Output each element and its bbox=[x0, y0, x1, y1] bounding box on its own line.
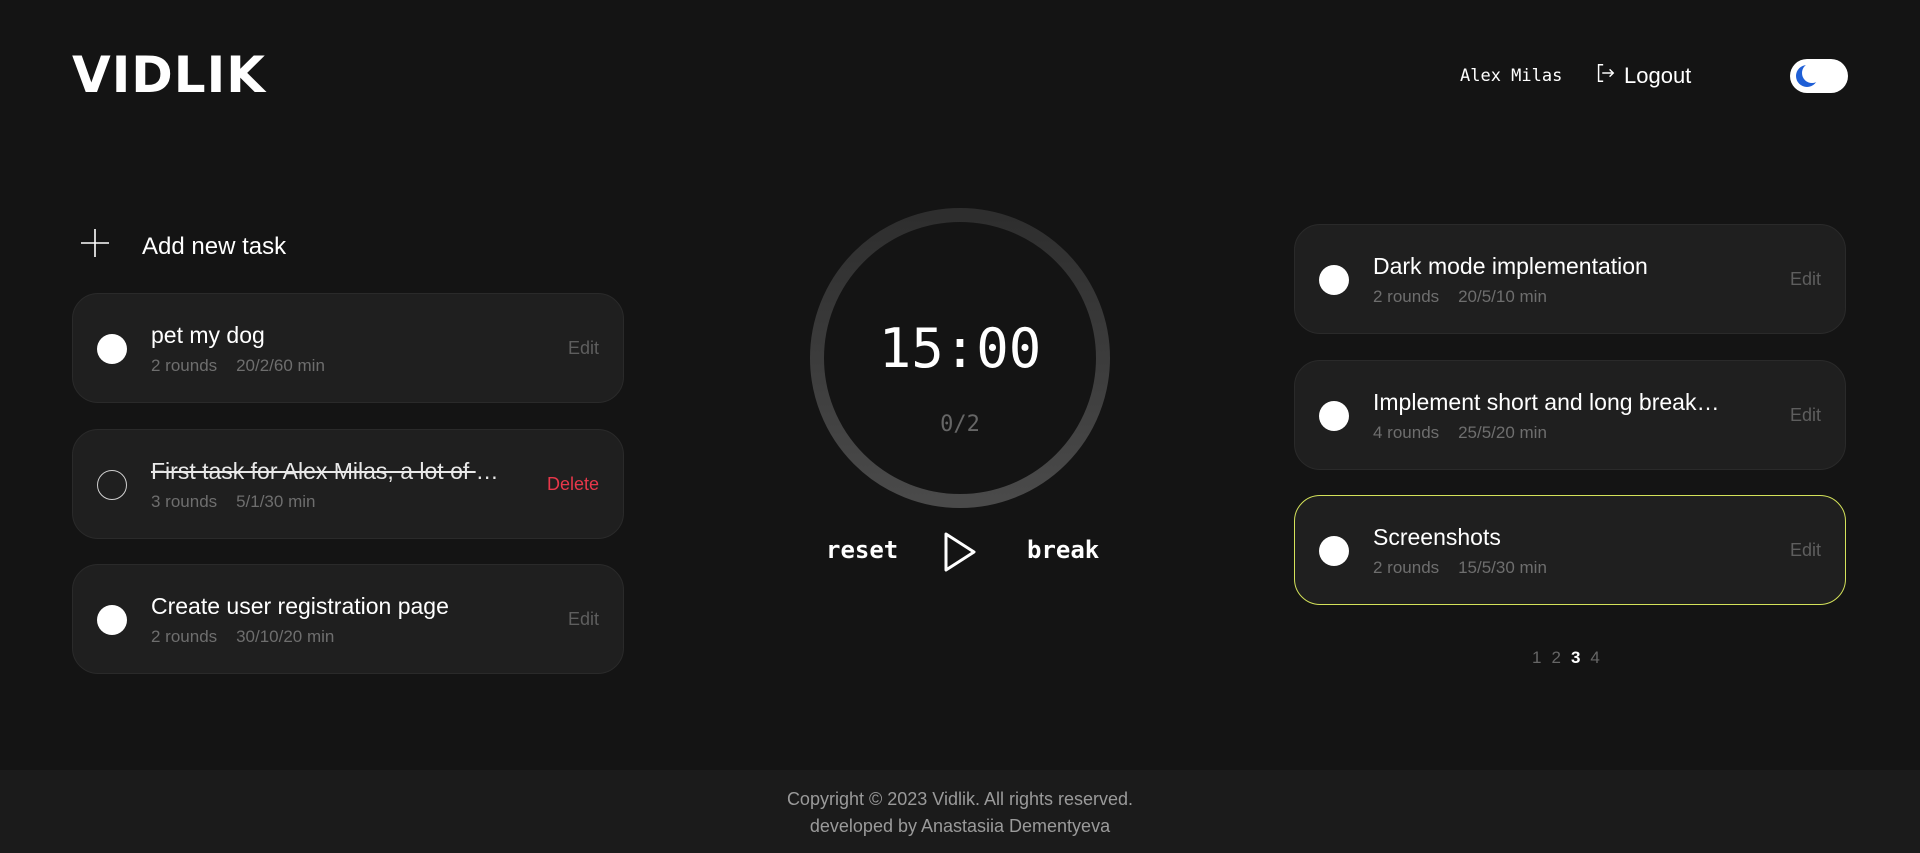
copyright-text: Copyright © 2023 Vidlik. All rights rese… bbox=[786, 789, 1134, 809]
task-rounds: 2 rounds bbox=[151, 627, 218, 646]
task-meta: 2 rounds 20/5/10 min bbox=[1373, 287, 1547, 307]
delete-button[interactable]: Delete bbox=[547, 474, 599, 495]
task-title: pet my dog bbox=[151, 322, 265, 348]
logout-button[interactable]: Logout bbox=[1594, 62, 1691, 90]
task-complete-radio[interactable] bbox=[1319, 536, 1349, 566]
task-title: First task for Alex Milas, a lot of text… bbox=[151, 458, 501, 484]
task-meta: 2 rounds 30/10/20 min bbox=[151, 627, 334, 647]
logout-label: Logout bbox=[1624, 63, 1692, 88]
edit-button[interactable]: Edit bbox=[1790, 540, 1821, 561]
task-times: 25/5/20 min bbox=[1458, 423, 1547, 442]
task-times: 15/5/30 min bbox=[1458, 558, 1547, 577]
edit-button[interactable]: Edit bbox=[1790, 269, 1821, 290]
moon-icon bbox=[1790, 63, 1824, 97]
page-link-1[interactable]: 1 bbox=[1532, 648, 1541, 668]
task-times: 20/2/60 min bbox=[236, 356, 325, 375]
task-card[interactable]: Implement short and long break timers 4 … bbox=[1294, 360, 1846, 470]
task-times: 5/1/30 min bbox=[236, 492, 316, 511]
break-button[interactable]: break bbox=[1027, 536, 1099, 564]
task-complete-radio[interactable] bbox=[97, 334, 127, 364]
task-rounds: 2 rounds bbox=[1373, 558, 1440, 577]
plus-icon bbox=[80, 228, 110, 265]
task-meta: 4 rounds 25/5/20 min bbox=[1373, 423, 1547, 443]
task-meta: 2 rounds 15/5/30 min bbox=[1373, 558, 1547, 578]
add-task-label: Add new task bbox=[142, 232, 287, 260]
task-rounds: 2 rounds bbox=[1373, 287, 1440, 306]
edit-button[interactable]: Edit bbox=[568, 609, 599, 630]
edit-button[interactable]: Edit bbox=[568, 338, 599, 359]
reset-button[interactable]: reset bbox=[826, 536, 898, 564]
footer: Copyright © 2023 Vidlik. All rights rese… bbox=[0, 770, 1920, 853]
app-logo: VIDLIK bbox=[72, 46, 267, 104]
task-complete-radio[interactable] bbox=[1319, 265, 1349, 295]
timer-display: 15:00 bbox=[878, 317, 1042, 380]
task-complete-radio[interactable] bbox=[97, 605, 127, 635]
task-title: Create user registration page bbox=[151, 593, 449, 619]
logout-icon bbox=[1594, 62, 1616, 90]
play-button[interactable] bbox=[940, 530, 980, 579]
task-complete-radio[interactable] bbox=[1319, 401, 1349, 431]
play-icon bbox=[940, 532, 980, 578]
task-card[interactable]: First task for Alex Milas, a lot of text… bbox=[72, 429, 624, 539]
task-title: Dark mode implementation bbox=[1373, 253, 1648, 279]
dark-mode-toggle[interactable] bbox=[1790, 59, 1848, 93]
timer-rounds: 0/2 bbox=[940, 412, 980, 437]
user-name: Alex Milas bbox=[1460, 66, 1563, 86]
pagination: 1 2 3 4 bbox=[1532, 648, 1600, 668]
edit-button[interactable]: Edit bbox=[1790, 405, 1821, 426]
task-meta: 2 rounds 20/2/60 min bbox=[151, 356, 325, 376]
task-card-active[interactable]: Screenshots 2 rounds 15/5/30 min Edit bbox=[1294, 495, 1846, 605]
task-rounds: 4 rounds bbox=[1373, 423, 1440, 442]
task-times: 20/5/10 min bbox=[1458, 287, 1547, 306]
task-card[interactable]: pet my dog 2 rounds 20/2/60 min Edit bbox=[72, 293, 624, 403]
task-rounds: 3 rounds bbox=[151, 492, 218, 511]
page-link-4[interactable]: 4 bbox=[1590, 648, 1599, 668]
add-task-button[interactable]: Add new task bbox=[80, 228, 286, 265]
task-meta: 3 rounds 5/1/30 min bbox=[151, 492, 315, 512]
task-card[interactable]: Dark mode implementation 2 rounds 20/5/1… bbox=[1294, 224, 1846, 334]
task-times: 30/10/20 min bbox=[236, 627, 335, 646]
task-card[interactable]: Create user registration page 2 rounds 3… bbox=[72, 564, 624, 674]
task-title: Screenshots bbox=[1373, 524, 1501, 550]
page-link-2[interactable]: 2 bbox=[1551, 648, 1560, 668]
page-link-3-current[interactable]: 3 bbox=[1571, 648, 1580, 668]
credit-text: developed by Anastasiia Dementyeva bbox=[809, 816, 1111, 836]
task-rounds: 2 rounds bbox=[151, 356, 218, 375]
task-title: Implement short and long break timers bbox=[1373, 389, 1723, 415]
task-complete-radio[interactable] bbox=[97, 470, 127, 500]
